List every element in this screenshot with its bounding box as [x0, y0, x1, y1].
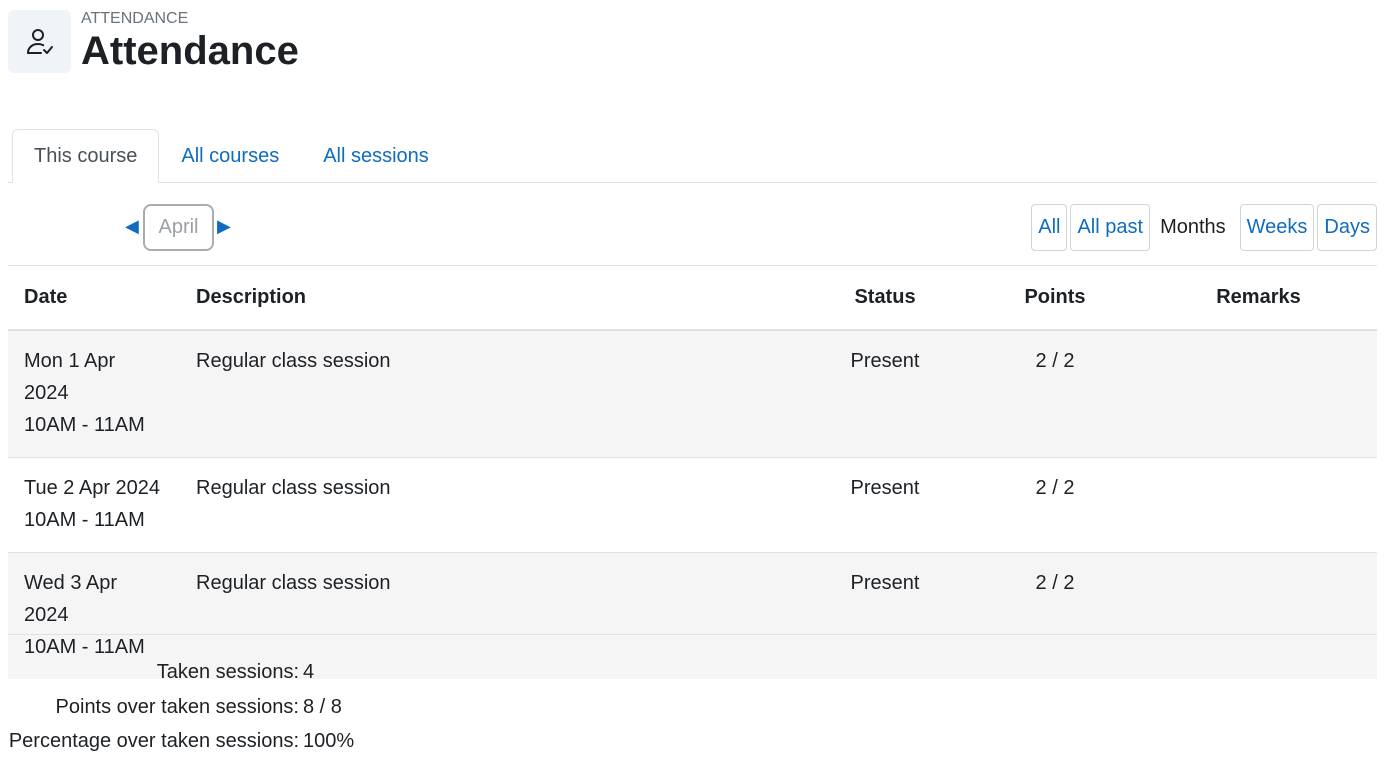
tab-this-course[interactable]: This course: [12, 129, 160, 183]
cell-description: Regular class session: [180, 456, 800, 552]
next-period-icon[interactable]: ▶: [217, 215, 231, 237]
session-date: Tue 2 Apr 2024: [24, 476, 161, 499]
page-pretitle: ATTENDANCE: [81, 10, 189, 27]
session-points: 2 / 2: [1035, 349, 1075, 372]
page-header: ATTENDANCE Attendance: [8, 10, 299, 74]
summary-value: 4: [303, 661, 315, 683]
cell-remarks: [1140, 551, 1377, 679]
summary-label: Taken sessions:: [156, 661, 299, 683]
session-description: Regular class session: [196, 476, 391, 499]
session-status: Present: [850, 349, 920, 372]
tab-all-courses[interactable]: All courses: [159, 129, 301, 183]
attendance-table: Date Description Status Points Remarks M…: [8, 265, 1377, 679]
column-header-status: Status: [800, 265, 970, 331]
summary-label: Points over taken sessions:: [55, 695, 299, 718]
summary-row: Points over taken sessions: 8 / 8: [8, 690, 354, 725]
cell-points: 2 / 2: [970, 551, 1140, 679]
table-row: Tue 2 Apr 2024 10AM - 11AM Regular class…: [8, 456, 1377, 552]
period-navigation: ◀ April ▶ All All past Months Weeks Days: [8, 203, 1377, 251]
attendance-summary: Taken sessions: 4 Points over taken sess…: [8, 655, 354, 759]
view-weeks-button[interactable]: Weeks: [1239, 204, 1315, 251]
table-header-row: Date Description Status Points Remarks: [8, 265, 1377, 331]
column-header-description: Description: [180, 265, 800, 331]
table-row: Mon 1 Apr 2024 10AM - 11AM Regular class…: [8, 329, 1377, 457]
cell-remarks: [1140, 329, 1377, 457]
page-title: Attendance: [81, 29, 299, 73]
column-header-points: Points: [970, 265, 1140, 331]
summary-row: Percentage over taken sessions: 100%: [8, 724, 354, 759]
session-points: 2 / 2: [1035, 476, 1075, 499]
session-description: Regular class session: [196, 571, 391, 594]
view-days-button[interactable]: Days: [1317, 204, 1377, 251]
session-points: 2 / 2: [1035, 571, 1075, 594]
current-month-button[interactable]: April: [143, 204, 214, 251]
session-date: Wed 3 Apr 2024: [24, 571, 118, 626]
cell-description: Regular class session: [180, 329, 800, 457]
prev-period-icon[interactable]: ◀: [125, 215, 139, 237]
cell-remarks: [1140, 456, 1377, 552]
view-all-button[interactable]: All: [1031, 204, 1068, 251]
summary-value: 8 / 8: [303, 695, 342, 718]
summary-value: 100%: [303, 730, 355, 752]
cell-points: 2 / 2: [970, 329, 1140, 457]
summary-row: Taken sessions: 4: [8, 655, 354, 690]
cell-status: Present: [800, 551, 970, 679]
session-time: 10AM - 11AM: [24, 413, 145, 436]
tab-all-sessions[interactable]: All sessions: [301, 129, 451, 183]
column-header-remarks: Remarks: [1140, 265, 1377, 331]
tab-bar: This course All courses All sessions: [8, 129, 1377, 183]
view-all-past-button[interactable]: All past: [1070, 204, 1151, 251]
summary-label: Percentage over taken sessions:: [8, 730, 299, 752]
cell-status: Present: [800, 456, 970, 552]
summary-divider: [8, 634, 1377, 635]
view-months-label: Months: [1160, 216, 1226, 238]
cell-points: 2 / 2: [970, 456, 1140, 552]
cell-date: Tue 2 Apr 2024 10AM - 11AM: [8, 456, 180, 552]
session-status: Present: [850, 571, 920, 594]
session-date: Mon 1 Apr 2024: [24, 349, 116, 404]
column-header-date: Date: [8, 265, 180, 331]
user-check-icon: [8, 10, 71, 73]
session-time: 10AM - 11AM: [24, 508, 145, 531]
cell-date: Mon 1 Apr 2024 10AM - 11AM: [8, 329, 180, 457]
session-status: Present: [850, 476, 920, 499]
session-description: Regular class session: [196, 349, 391, 372]
view-selector: All All past Months Weeks Days: [1028, 204, 1377, 251]
cell-status: Present: [800, 329, 970, 457]
